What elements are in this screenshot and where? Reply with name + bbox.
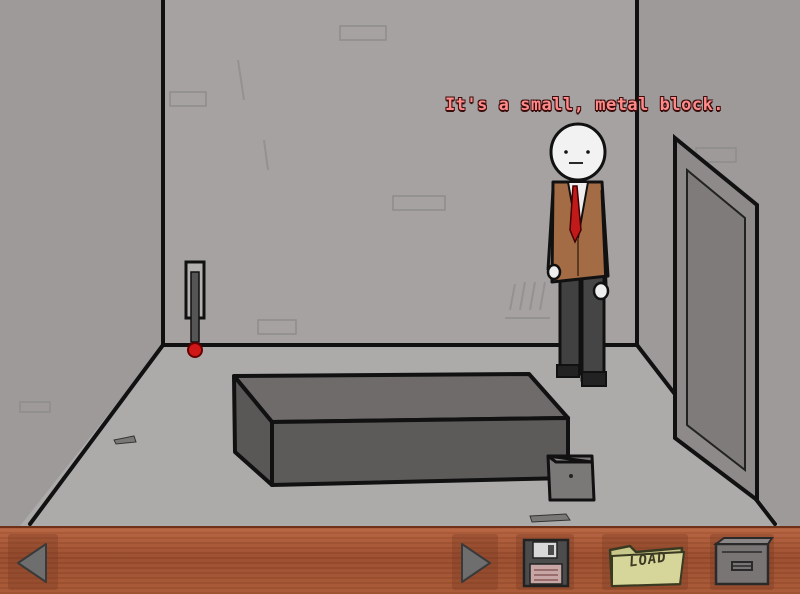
room-backdrop (0, 0, 800, 526)
back-button[interactable] (8, 534, 58, 590)
right-arrow-icon (461, 543, 491, 583)
inventory-button[interactable] (710, 534, 774, 590)
crate-icon (713, 537, 774, 586)
left-arrow-icon (17, 543, 47, 583)
large-metal-slab[interactable] (232, 372, 570, 487)
load-button[interactable]: LOAD (602, 534, 688, 590)
game-scene: It's a small, metal block. LOAD (0, 0, 800, 594)
toolbar: LOAD (0, 526, 800, 594)
small-metal-block[interactable] (546, 454, 596, 502)
forward-button[interactable] (452, 534, 498, 590)
save-button[interactable] (516, 534, 574, 590)
floppy-disk-icon (522, 538, 570, 588)
